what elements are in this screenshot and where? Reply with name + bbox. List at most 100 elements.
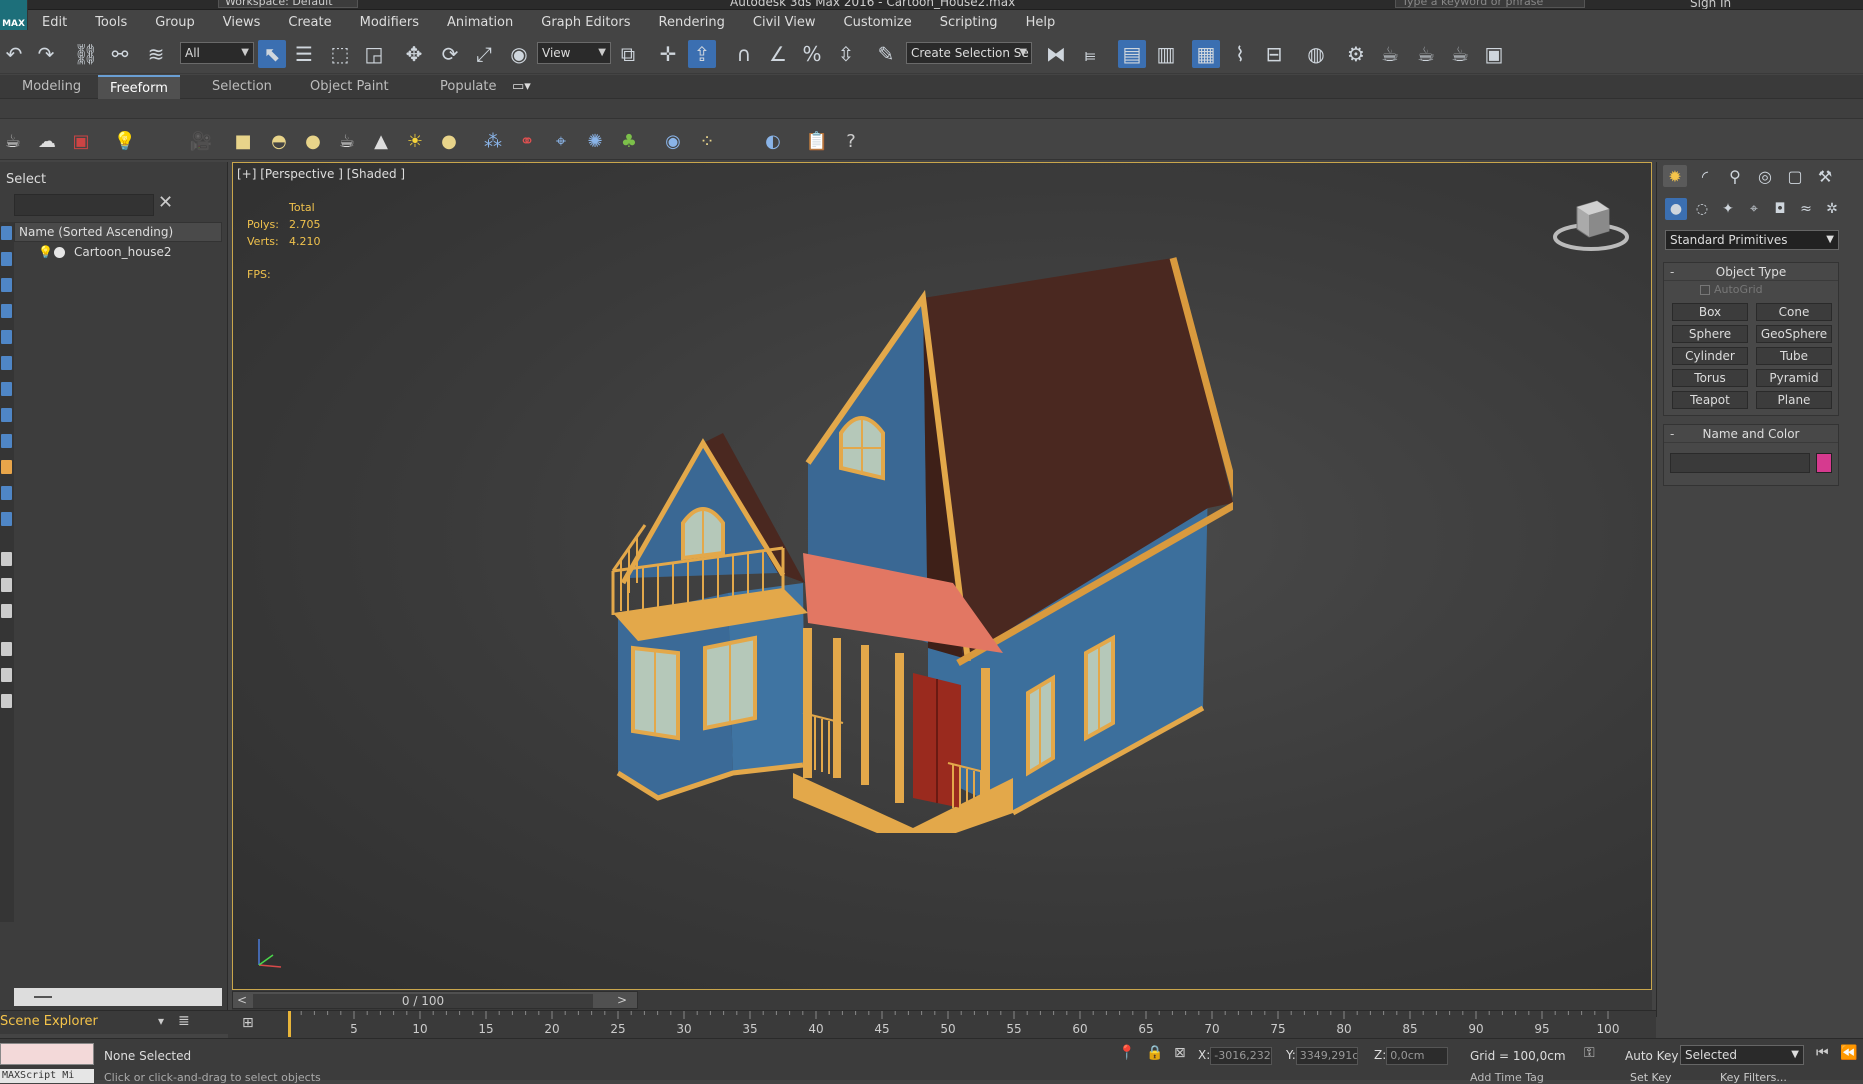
menu-group[interactable]: Group	[141, 15, 209, 30]
helper-icon[interactable]: ⌖	[548, 128, 574, 154]
previous-frame-icon[interactable]: ⏪	[1840, 1045, 1857, 1061]
torus-icon[interactable]: ●	[436, 128, 462, 154]
particles-icon[interactable]: ⁂	[480, 128, 506, 154]
help-icon[interactable]: ?	[838, 128, 864, 154]
light-icon[interactable]: 💡	[112, 128, 138, 154]
current-frame-marker[interactable]	[288, 1011, 291, 1037]
menu-graph-editors[interactable]: Graph Editors	[527, 15, 644, 30]
menu-help[interactable]: Help	[1012, 15, 1070, 30]
tab-object-paint[interactable]: Object Paint	[298, 75, 401, 99]
name-and-color-header[interactable]: Name and Color	[1664, 425, 1838, 443]
go-to-start-icon[interactable]: ⏮	[1816, 1045, 1829, 1061]
pyramid-button[interactable]: Pyramid	[1756, 369, 1832, 387]
tab-populate[interactable]: Populate	[428, 75, 509, 99]
menu-scripting[interactable]: Scripting	[926, 15, 1012, 30]
curve-editor-icon[interactable]: ⌇	[1226, 40, 1254, 68]
window-crossing-icon[interactable]: ◲	[360, 40, 388, 68]
rendered-frame-window-icon[interactable]: ☕	[1376, 40, 1404, 68]
set-key-icon[interactable]: ⚿	[1584, 1045, 1595, 1061]
time-slider-thumb[interactable]: 0 / 100	[253, 994, 593, 1008]
add-time-tag[interactable]: Add Time Tag	[1470, 1071, 1544, 1084]
create-tab-icon[interactable]: ✹	[1663, 165, 1687, 187]
z-coordinate-field[interactable]: 0,0cm	[1386, 1046, 1449, 1065]
viewport-label[interactable]: [+] [Perspective ] [Shaded ]	[237, 167, 405, 181]
material-editor-icon[interactable]: ◍	[1302, 40, 1330, 68]
material-sphere-icon[interactable]: ◉	[660, 128, 686, 154]
primitive-category-dropdown[interactable]: Standard Primitives ▼	[1665, 230, 1839, 250]
hierarchy-icon[interactable]	[1, 694, 12, 708]
filter-space-warps-icon[interactable]	[1, 356, 12, 370]
render-cloud-icon[interactable]: ▣	[1480, 40, 1508, 68]
pivot-center-icon[interactable]: ⧉	[614, 40, 642, 68]
layer-explorer-icon[interactable]: ▤	[1118, 40, 1146, 68]
name-filter-input[interactable]	[14, 194, 154, 216]
set-key-button[interactable]: Set Key	[1630, 1071, 1672, 1084]
object-color-swatch[interactable]	[1816, 453, 1832, 473]
render-scene-icon[interactable]: ◐	[760, 128, 786, 154]
reference-coord-dropdown[interactable]: View ▼	[537, 42, 611, 64]
foliage-icon[interactable]: ♣	[616, 128, 642, 154]
menu-views[interactable]: Views	[209, 15, 275, 30]
app-logo[interactable]: MAX	[0, 0, 28, 30]
tab-freeform[interactable]: Freeform	[98, 75, 180, 99]
column-header-name[interactable]: Name (Sorted Ascending)	[14, 222, 222, 242]
placement-icon[interactable]: ◉	[505, 40, 533, 68]
filter-frozen-icon[interactable]	[1, 486, 12, 500]
shapes-icon[interactable]: ◌	[1691, 198, 1713, 220]
sphere-button[interactable]: Sphere	[1672, 325, 1748, 343]
scene-explorer-icon[interactable]: ▦	[1192, 40, 1220, 68]
snaps-toggle-icon[interactable]: ∩	[730, 40, 758, 68]
named-selection-dropdown[interactable]: Create Selection Se ▼	[906, 42, 1032, 64]
lightbulb-icon[interactable]: 💡	[38, 242, 53, 262]
percent-snap-icon[interactable]: %	[798, 40, 826, 68]
selection-filter-dropdown[interactable]: All ▼	[180, 42, 254, 64]
ribbon-toggle-icon[interactable]: ▥	[1152, 40, 1180, 68]
select-object-icon[interactable]: ⬉	[258, 40, 286, 68]
render-setup-icon[interactable]: ⚙	[1342, 40, 1370, 68]
sphere-icon[interactable]: ●	[300, 128, 326, 154]
shape-icon[interactable]: ☁	[34, 128, 60, 154]
viewcube-icon[interactable]	[1551, 193, 1631, 253]
x-coordinate-field[interactable]: -3016,232c	[1210, 1046, 1273, 1065]
teapot-primitive-icon[interactable]: ☕	[334, 128, 360, 154]
list-item[interactable]: 💡 Cartoon_house2	[14, 242, 222, 262]
tab-modeling[interactable]: Modeling	[10, 75, 93, 99]
search-input[interactable]: Type a keyword or phrase	[1395, 0, 1585, 8]
align-icon[interactable]: ⫢	[1076, 40, 1104, 68]
redo-icon[interactable]: ↷	[32, 40, 60, 68]
menu-tools[interactable]: Tools	[81, 15, 141, 30]
box-button[interactable]: Box	[1672, 303, 1748, 321]
filter-geometry-icon[interactable]	[1, 226, 12, 240]
link-icon[interactable]: ⛓	[72, 40, 100, 68]
menu-animation[interactable]: Animation	[433, 15, 527, 30]
menu-rendering[interactable]: Rendering	[645, 15, 739, 30]
filter-cameras-icon[interactable]	[1, 304, 12, 318]
maxscript-listener[interactable]	[0, 1043, 94, 1065]
key-mode-dropdown[interactable]: Selected ▼	[1680, 1045, 1804, 1065]
filter-bones-icon[interactable]	[1, 434, 12, 448]
cylinder-button[interactable]: Cylinder	[1672, 347, 1748, 365]
filter-shapes-icon[interactable]	[1, 252, 12, 266]
camera-icon[interactable]: 🎥	[188, 128, 214, 154]
auto-key-button[interactable]: Auto Key	[1625, 1049, 1678, 1063]
autogrid-checkbox[interactable]: AutoGrid	[1664, 281, 1838, 299]
y-coordinate-field[interactable]: 3349,291c	[1295, 1046, 1358, 1065]
track-bar[interactable]: ⊞ 5 10 15 20 25 30 35 40 45 50 55 60 65 70 75 80 85 90 95 1…	[228, 1010, 1656, 1038]
render-iterative-icon[interactable]: ☕	[1446, 40, 1474, 68]
hierarchy-tab-icon[interactable]: ⚲	[1723, 165, 1747, 187]
clipboard-icon[interactable]: 📋	[804, 128, 830, 154]
edit-named-selection-icon[interactable]: ✎	[872, 40, 900, 68]
scale-icon[interactable]: ⤢	[470, 40, 498, 68]
perspective-viewport[interactable]: [+] [Perspective ] [Shaded ] Total Polys…	[232, 162, 1652, 990]
rotate-icon[interactable]: ⟳	[436, 40, 464, 68]
lights-icon[interactable]: ✦	[1717, 198, 1739, 220]
schematic-view-icon[interactable]: ⊟	[1260, 40, 1288, 68]
dynamics-icon[interactable]: ⚭	[514, 128, 540, 154]
plane-button[interactable]: Plane	[1756, 391, 1832, 409]
layer-icon[interactable]	[1, 668, 12, 682]
absolute-mode-icon[interactable]: ⊠	[1174, 1045, 1186, 1061]
filter-containers-icon[interactable]	[1, 460, 12, 474]
unlink-icon[interactable]: ⚯	[106, 40, 134, 68]
motion-tab-icon[interactable]: ◎	[1753, 165, 1777, 187]
object-type-header[interactable]: Object Type	[1664, 263, 1838, 281]
